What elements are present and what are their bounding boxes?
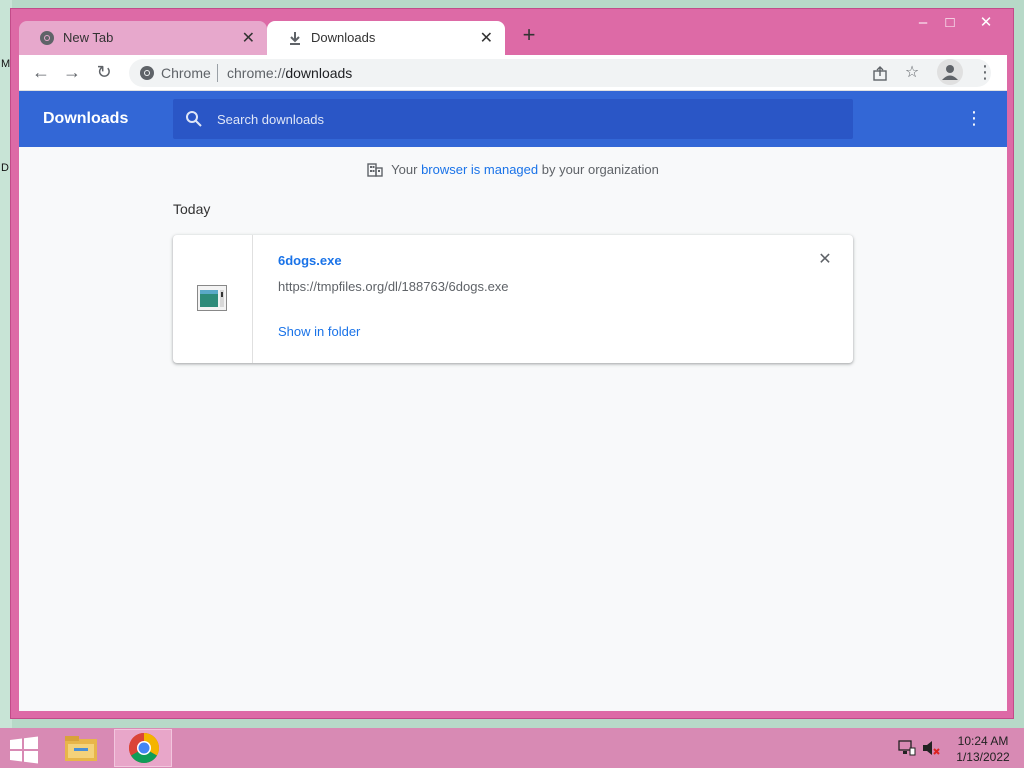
managed-notice: Your browser is managed by your organiza… (19, 161, 1007, 177)
date-group-heading: Today (173, 201, 211, 217)
building-icon (367, 163, 383, 177)
url-text: chrome://downloads (227, 65, 352, 81)
desktop-icon-label: D (1, 162, 9, 174)
close-tab-icon[interactable]: ✕ (480, 28, 493, 48)
chrome-icon (140, 66, 154, 80)
tab-label: Downloads (311, 30, 376, 45)
close-window-button[interactable]: ✕ (971, 13, 1001, 35)
clock-time: 10:24 AM (957, 734, 1009, 748)
file-name-link[interactable]: 6dogs.exe (278, 253, 342, 268)
managed-suffix: by your organization (538, 162, 659, 177)
share-icon[interactable] (869, 63, 891, 85)
file-explorer-icon[interactable] (60, 730, 102, 766)
downloads-page: Downloads ⋮ Your browser is managed by y… (19, 91, 1007, 711)
show-in-folder-link[interactable]: Show in folder (278, 324, 360, 339)
download-item: 6dogs.exe https://tmpfiles.org/dl/188763… (173, 235, 853, 363)
executable-file-icon (197, 285, 227, 311)
reload-button[interactable]: ↻ (92, 61, 116, 85)
divider (217, 64, 218, 82)
tab-label: New Tab (63, 30, 114, 45)
taskbar: 10:24 AM 1/13/2022 (0, 728, 1024, 768)
source-url[interactable]: https://tmpfiles.org/dl/188763/6dogs.exe (278, 279, 509, 294)
page-title: Downloads (43, 110, 129, 127)
search-icon (186, 111, 202, 127)
close-tab-icon[interactable]: ✕ (242, 28, 255, 48)
search-box[interactable] (173, 99, 853, 139)
url-scheme: chrome:// (227, 65, 286, 81)
network-icon[interactable] (898, 740, 916, 756)
bookmark-star-icon[interactable]: ☆ (901, 63, 923, 85)
managed-link[interactable]: browser is managed (421, 162, 538, 177)
managed-prefix: Your (391, 162, 422, 177)
clock-date: 1/13/2022 (956, 750, 1010, 764)
search-input[interactable] (217, 109, 817, 129)
url-host: downloads (285, 65, 353, 81)
back-button[interactable]: ← (29, 61, 53, 85)
download-icon (290, 32, 300, 45)
chrome-icon (128, 733, 159, 764)
windows-start-icon[interactable] (8, 736, 40, 764)
desktop-icon-label: M (1, 58, 11, 70)
browser-window: New Tab ✕ Downloads ✕ + – □ ✕ ← → ↻ Chro… (10, 8, 1014, 719)
new-tab-button[interactable]: + (517, 24, 541, 48)
address-bar[interactable]: Chrome chrome://downloads ☆ (129, 59, 991, 87)
remove-download-button[interactable]: ✕ (815, 251, 835, 271)
system-clock[interactable]: 10:24 AM 1/13/2022 (950, 733, 1016, 765)
volume-muted-icon[interactable] (922, 740, 940, 756)
file-icon-area (173, 235, 253, 363)
minimize-button[interactable]: – (908, 13, 938, 35)
tab-new-tab[interactable]: New Tab ✕ (19, 21, 267, 55)
browser-menu-button[interactable]: ⋮ (975, 61, 995, 85)
title-bar: New Tab ✕ Downloads ✕ + – □ ✕ (11, 9, 1013, 55)
browser-toolbar: ← → ↻ Chrome chrome://downloads ☆ ⋮ (19, 55, 1007, 91)
downloads-header: Downloads ⋮ (19, 91, 1007, 147)
more-actions-button[interactable]: ⋮ (965, 107, 983, 131)
tab-downloads[interactable]: Downloads ✕ (267, 21, 505, 55)
taskbar-chrome-button[interactable] (114, 729, 172, 767)
chrome-icon (40, 31, 54, 45)
forward-button[interactable]: → (60, 61, 84, 85)
site-chip: Chrome (161, 65, 211, 81)
maximize-button[interactable]: □ (935, 13, 965, 35)
profile-avatar-icon[interactable] (937, 59, 963, 85)
